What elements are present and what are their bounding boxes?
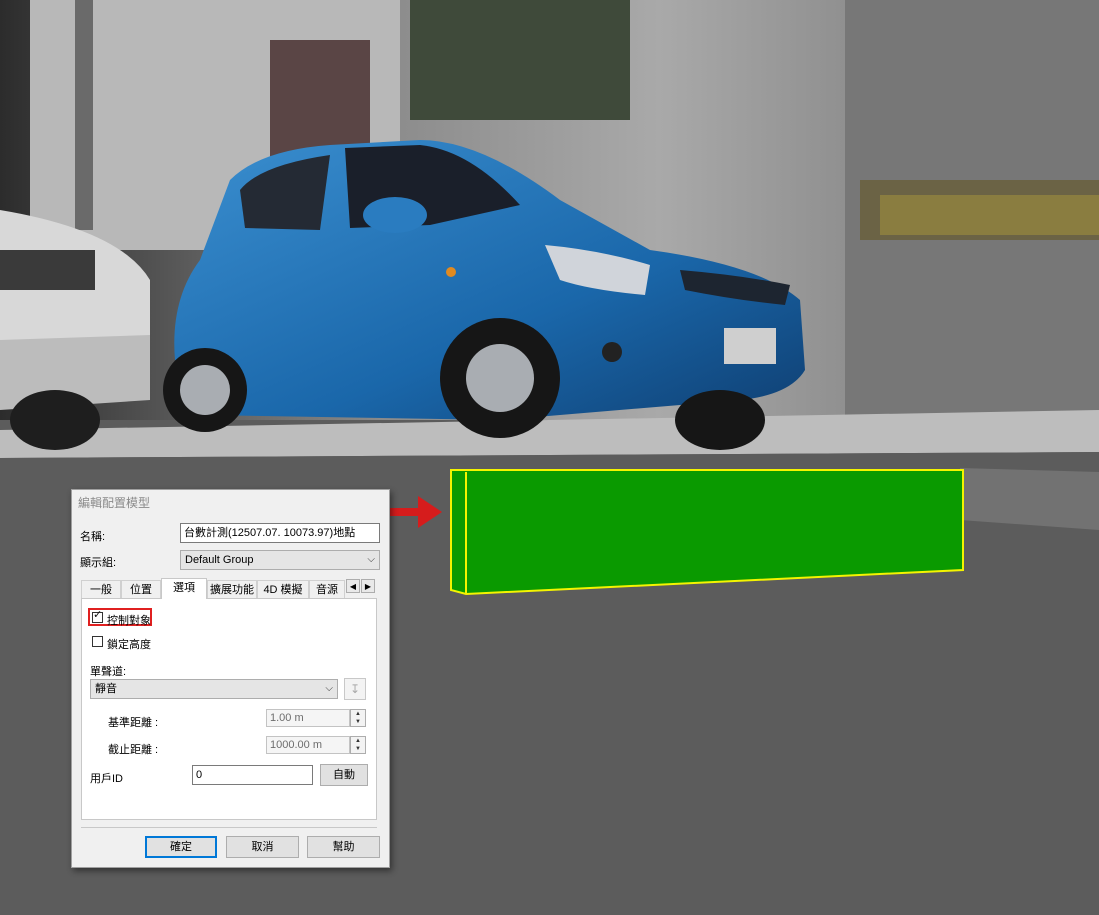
ref-distance-label: 基準距離 : xyxy=(108,717,159,729)
blue-car-front-rim xyxy=(466,344,534,412)
help-button[interactable]: 幫助 xyxy=(307,836,380,858)
divider xyxy=(81,827,377,828)
name-label: 名稱: xyxy=(80,531,106,543)
tab-options[interactable]: 選項 xyxy=(161,578,207,599)
tab-position[interactable]: 位置 xyxy=(121,580,161,598)
pole xyxy=(75,0,93,230)
blue-car-indicator xyxy=(446,267,456,277)
dialog-title: 編輯配置模型 xyxy=(78,496,151,510)
group-select-value: Default Group xyxy=(185,554,254,566)
checkmark-icon: ✓ xyxy=(93,609,103,621)
lock-height-label: 鎖定高度 xyxy=(107,639,151,651)
lock-height-checkbox[interactable] xyxy=(92,636,103,647)
tab-scroll-left-icon[interactable]: ◀ xyxy=(346,579,360,593)
blue-car-right-wheel xyxy=(675,390,765,450)
road-lane xyxy=(960,468,1099,530)
sound-channel-select[interactable]: 靜音 ⌵ xyxy=(90,679,338,699)
tab-general[interactable]: 一般 xyxy=(81,580,121,598)
group-label: 顯示組: xyxy=(80,557,117,569)
ref-distance-spinner[interactable]: ▲ ▼ xyxy=(350,709,366,727)
sound-file-icon[interactable]: ↧ xyxy=(344,678,366,700)
control-object-checkbox[interactable]: ✓ xyxy=(92,609,103,623)
name-field[interactable]: 台數計測(12507.07. 10073.97)地點 xyxy=(180,523,380,543)
control-object-label: 控制對象 xyxy=(107,615,151,627)
blue-car-license-plate xyxy=(724,328,776,364)
cancel-button[interactable]: 取消 xyxy=(226,836,299,858)
sound-channel-label: 單聲道: xyxy=(90,666,127,678)
tab-4d-simulation[interactable]: 4D 模擬 xyxy=(257,580,309,598)
auto-button[interactable]: 自動 xyxy=(320,764,368,786)
user-id-field[interactable]: 0 xyxy=(192,765,313,785)
tab-bar: 一般 位置 選項 擴展功能 4D 模擬 音源 ◀ ▶ xyxy=(81,578,377,599)
options-panel: ✓ 控制對象 鎖定高度 單聲道: 靜音 ⌵ ↧ 基準距離 : 1.00 m ▲ ▼… xyxy=(81,598,377,820)
chevron-down-icon: ⌵ xyxy=(367,554,375,565)
blue-car-fog-light xyxy=(602,342,622,362)
user-id-label: 用戶ID xyxy=(90,773,123,785)
ok-button[interactable]: 確定 xyxy=(145,836,217,858)
chevron-down-icon: ⌵ xyxy=(325,683,333,694)
tab-scroll-right-icon[interactable]: ▶ xyxy=(361,579,375,593)
white-car-grille xyxy=(0,250,95,290)
tab-extensions[interactable]: 擴展功能 xyxy=(207,580,257,598)
building-green-facade xyxy=(410,0,630,120)
group-select[interactable]: Default Group ⌵ xyxy=(180,550,380,570)
cutoff-distance-spinner[interactable]: ▲ ▼ xyxy=(350,736,366,754)
edit-model-dialog: 編輯配置模型 名稱: 台數計測(12507.07. 10073.97)地點 顯示… xyxy=(71,489,390,868)
cutoff-distance-field[interactable]: 1000.00 m xyxy=(266,736,350,754)
ref-distance-field[interactable]: 1.00 m xyxy=(266,709,350,727)
cutoff-distance-label: 截止距離 : xyxy=(108,744,159,756)
sound-channel-value: 靜音 xyxy=(95,683,117,695)
white-car-wheel xyxy=(10,390,100,450)
tab-sound-source[interactable]: 音源 xyxy=(309,580,345,598)
blue-car-mirror xyxy=(363,197,427,233)
building-sign-yellow xyxy=(880,195,1099,235)
blue-car-rear-rim xyxy=(180,365,230,415)
